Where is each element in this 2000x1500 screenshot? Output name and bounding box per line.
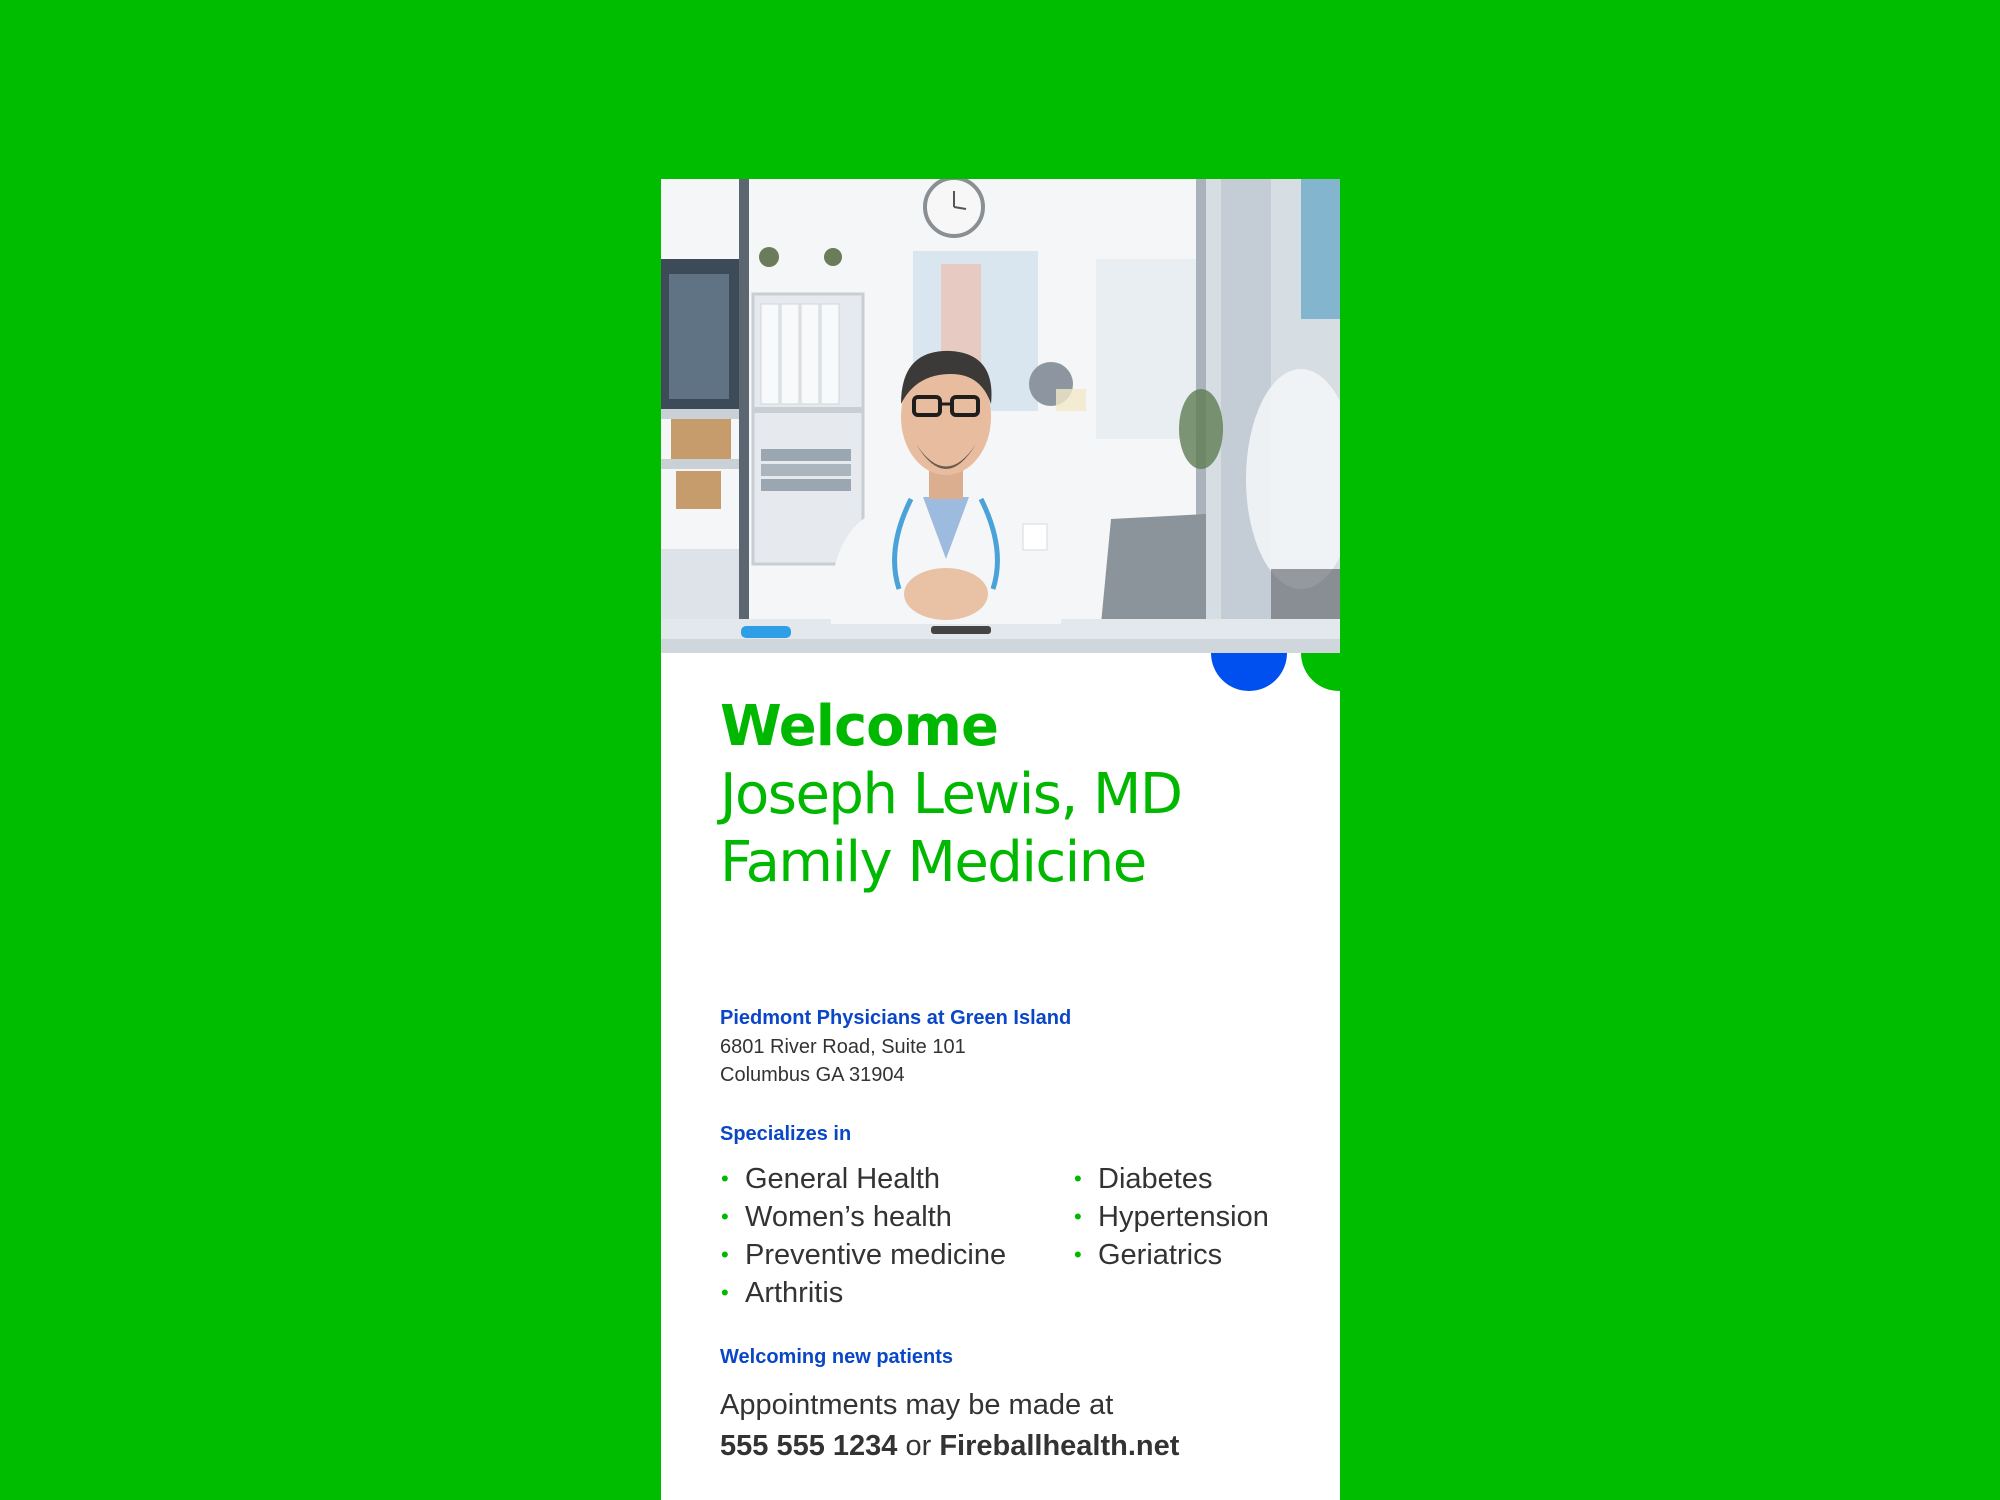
bullet-icon: • xyxy=(721,1166,729,1191)
list-item: • Women’s health xyxy=(720,1198,1006,1236)
appointments-text: Appointments may be made at xyxy=(720,1389,1114,1421)
list-item: • Hypertension xyxy=(1073,1198,1269,1236)
contact-line: 555 555 1234 or Fireballhealth.net xyxy=(720,1430,1179,1463)
welcome-heading: Welcome xyxy=(720,694,999,759)
address-line-1: 6801 River Road, Suite 101 xyxy=(720,1036,966,1058)
doctor-photo xyxy=(661,179,1340,653)
list-item: • Arthritis xyxy=(720,1274,1006,1312)
bullet-icon: • xyxy=(721,1242,729,1267)
website-link[interactable]: Fireballhealth.net xyxy=(939,1430,1179,1462)
specialties-list-right: • Diabetes • Hypertension • Geriatrics xyxy=(1073,1160,1269,1274)
doctor-specialty: Family Medicine xyxy=(720,830,1147,895)
bullet-icon: • xyxy=(721,1204,729,1229)
flyer-card: Welcome Joseph Lewis, MD Family Medicine… xyxy=(661,179,1340,1500)
doctor-name: Joseph Lewis, MD xyxy=(720,762,1183,827)
specialties-list-left: • General Health • Women’s health • Prevent… xyxy=(720,1160,1006,1312)
list-item: • General Health xyxy=(720,1160,1006,1198)
bullet-icon: • xyxy=(1074,1166,1082,1191)
list-item: • Preventive medicine xyxy=(720,1236,1006,1274)
bullet-icon: • xyxy=(1074,1242,1082,1267)
list-item: • Diabetes xyxy=(1073,1160,1269,1198)
bullet-icon: • xyxy=(1074,1204,1082,1229)
new-patients-heading: Welcoming new patients xyxy=(720,1346,953,1368)
specializes-heading: Specializes in xyxy=(720,1123,852,1145)
practice-name: Piedmont Physicians at Green Island xyxy=(720,1007,1072,1029)
phone-number[interactable]: 555 555 1234 xyxy=(720,1430,897,1462)
address-line-2: Columbus GA 31904 xyxy=(720,1064,905,1086)
or-text: or xyxy=(897,1430,940,1462)
list-item: • Geriatrics xyxy=(1073,1236,1269,1274)
bullet-icon: • xyxy=(721,1280,729,1305)
